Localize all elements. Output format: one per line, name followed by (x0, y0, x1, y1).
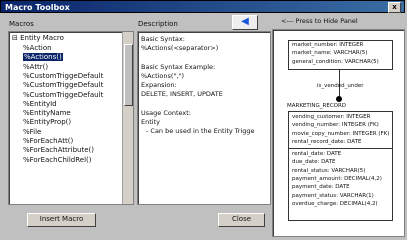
diagram-attribute: payment_amount: DECIMAL(4,2) (292, 175, 382, 182)
tree-item[interactable]: %CustomTriggeDefault (23, 72, 103, 81)
tree-item[interactable]: %CustomTriggeDefault (23, 91, 103, 100)
tree-item-label: %Action (23, 44, 52, 52)
diagram-panel: market_number: INTEGER market_name: VARCH… (272, 29, 405, 237)
hide-panel-button[interactable]: ◀ (232, 15, 258, 30)
diagram-attribute: market_name: VARCHAR(5) (292, 50, 368, 57)
description-line: Basic Syntax Example: (141, 62, 216, 71)
top-entity-box: market_number: INTEGER market_name: VARCH… (288, 40, 393, 70)
tree-scroll-thumb[interactable] (124, 44, 133, 106)
tree-item[interactable]: %Attr() (23, 63, 48, 72)
tree-item[interactable]: %EntityProp() (23, 118, 71, 127)
relationship-label: is_vended_under (317, 83, 364, 89)
tree-scrollbar[interactable] (122, 32, 133, 204)
macro-tree[interactable]: ⊟ Entity Macro %Action %Actions() %Attr()%… (8, 31, 134, 205)
tree-item-label: %CustomTriggeDefault (23, 81, 104, 90)
tree-item-label: %CustomTriggeDefault (23, 90, 104, 99)
diagram-attribute: general_condition: VARCHAR(5) (292, 58, 379, 65)
description-line: Entity (141, 117, 160, 126)
description-line: Expansion: (141, 81, 177, 89)
window-title: Macro Toolbox (5, 3, 70, 12)
diagram-attribute: rental_date: DATE (292, 151, 342, 157)
diagram-attribute: due_date: DATE (292, 159, 336, 166)
entity-divider (289, 148, 392, 149)
tree-item[interactable]: %ForEachChildRel() (23, 156, 92, 165)
relationship-dot (336, 96, 342, 102)
macros-label: Macros (9, 20, 34, 28)
tree-item-label: %Actions() (23, 53, 63, 62)
tree-root[interactable]: ⊟ Entity Macro (12, 34, 64, 43)
description-label: Description (138, 20, 178, 28)
description-line: %Actions(<separator>) (141, 44, 219, 53)
diagram-attribute: vending_customer: INTEGER (292, 114, 371, 120)
tree-item[interactable]: %CustomTriggeDefault (23, 81, 103, 90)
tree-item[interactable]: %File (23, 128, 41, 137)
tree-item[interactable]: %ForEachAtt() (23, 137, 73, 146)
description-line: Basic Syntax: (141, 35, 185, 43)
diagram-attribute: movie_copy_number: INTEGER (FK) (292, 130, 390, 137)
bottom-entity-box: vending_customer: INTEGER vending_number:… (288, 111, 393, 221)
hide-panel-label: <--- Press to Hide Panel (281, 17, 358, 25)
diagram-attribute: payment_date: DATE (292, 184, 350, 191)
diagram-attribute: overdue_charge: DECIMAL(4,2) (292, 200, 378, 207)
tree-item-label: %EntityId (23, 99, 57, 108)
tree-item-label: %ForEachAtt() (23, 137, 74, 145)
description-line: Usage Context: (141, 108, 191, 117)
tree-item[interactable]: %Action (23, 44, 52, 53)
tree-item-label: %EntityProp() (23, 118, 72, 127)
insert-macro-button[interactable]: Insert Macro (27, 213, 96, 227)
tree-item[interactable]: %Actions() (23, 53, 63, 62)
description-line: %Actions(",") (141, 71, 185, 80)
entity-name-label: MARKETING_RECORD (287, 103, 347, 109)
tree-item[interactable]: %EntityId (23, 100, 57, 109)
tree-item[interactable]: %ForEachAttribute() (23, 146, 94, 155)
arrow-left-icon: ◀ (241, 16, 249, 27)
tree-item-label: %Attr() (23, 62, 49, 71)
tree-item-label: %File (23, 127, 42, 136)
tree-item[interactable]: %EntityName (23, 109, 71, 118)
diagram-attribute: rental_record_date: DATE (292, 138, 362, 145)
diagram-attribute: vending_number: INTEGER (FK) (292, 122, 379, 129)
tree-root-label: Entity Macro (20, 34, 64, 42)
diagram-attribute: rental_status: VARCHAR(5) (292, 167, 366, 174)
description-panel: Basic Syntax: %Actions(<separator>) Basic … (137, 31, 271, 205)
tree-item-label: %EntityName (23, 109, 71, 118)
description-line: - Can be used in the Entity Trigge (146, 127, 255, 135)
tree-item-label: %ForEachChildRel() (23, 155, 92, 164)
diagram-attribute: market_number: INTEGER (292, 42, 364, 48)
close-button[interactable]: Close (218, 213, 265, 227)
tree-item-label: %CustomTriggeDefault (23, 71, 104, 80)
tree-item-label: %ForEachAttribute() (23, 146, 94, 155)
description-line: DELETE, INSERT, UPDATE (141, 90, 223, 99)
title-bar: Macro Toolbox x (0, 0, 405, 13)
close-window-button[interactable]: x (388, 2, 401, 13)
diagram-attribute: payment_status: VARCHAR(1) (292, 192, 374, 199)
